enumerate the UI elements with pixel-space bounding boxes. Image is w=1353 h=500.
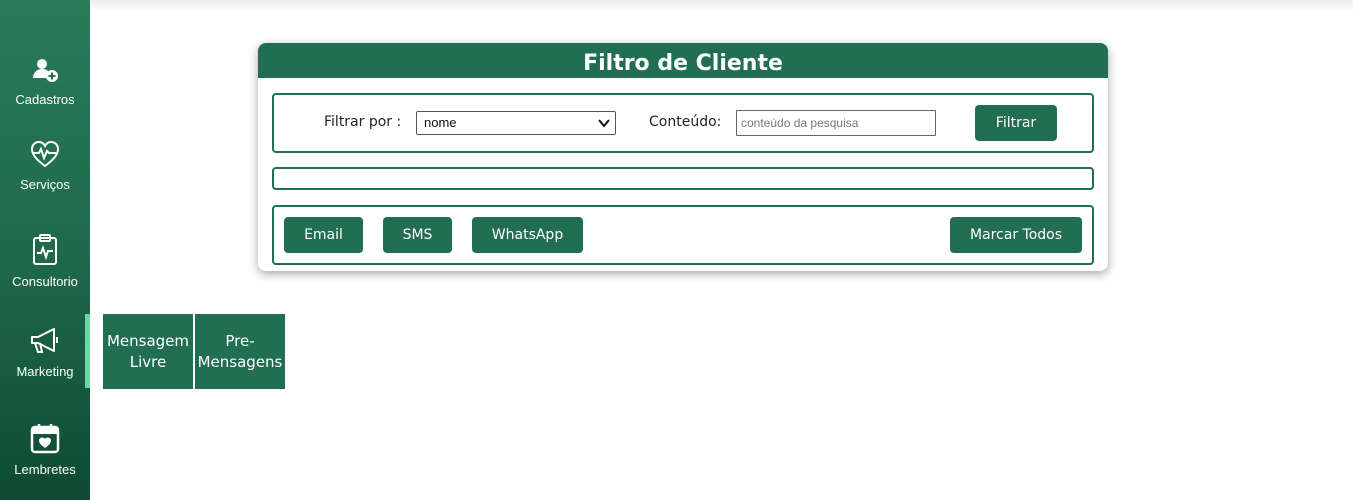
sidebar-item-servicos[interactable]: Serviços <box>0 139 90 192</box>
filter-by-label: Filtrar por : <box>324 114 402 130</box>
content-search-input[interactable]: conteúdo da pesquisa <box>736 110 936 136</box>
email-button[interactable]: Email <box>284 217 363 253</box>
sidebar-item-label: Lembretes <box>14 462 76 477</box>
tab-label-line: Mensagem <box>106 331 190 350</box>
user-add-icon <box>33 59 58 82</box>
sidebar-item-marketing[interactable]: Marketing <box>0 326 90 379</box>
tab-label-line: Pre- <box>225 331 255 350</box>
filter-by-select[interactable]: nome <box>416 111 616 135</box>
sidebar-item-consultorio[interactable]: Consultorio <box>0 234 90 289</box>
top-shadow <box>90 0 1353 12</box>
sms-button[interactable]: SMS <box>383 217 452 253</box>
tab-mensagem-livre[interactable]: Mensagem Livre <box>103 314 193 389</box>
results-panel <box>272 167 1094 190</box>
filter-button[interactable]: Filtrar <box>975 105 1057 141</box>
sidebar: Cadastros Serviços Consultorio Marketing <box>0 0 90 500</box>
card-title: Filtro de Cliente <box>258 43 1108 78</box>
actions-panel: Email SMS WhatsApp Marcar Todos <box>272 205 1094 265</box>
filter-panel: Filtrar por : nome Conteúdo: conteúdo da… <box>272 93 1094 153</box>
client-filter-card: Filtro de Cliente Filtrar por : nome Con… <box>258 43 1108 271</box>
chevron-down-icon <box>598 119 610 128</box>
sidebar-item-label: Serviços <box>20 177 70 192</box>
tab-pre-mensagens[interactable]: Pre- Mensagens <box>195 314 285 389</box>
tab-label-line: Livre <box>129 352 167 371</box>
filter-by-value: nome <box>424 115 457 130</box>
sidebar-item-lembretes[interactable]: Lembretes <box>0 422 90 477</box>
sidebar-item-label: Cadastros <box>15 92 75 107</box>
sidebar-item-label: Consultorio <box>12 274 78 289</box>
whatsapp-button[interactable]: WhatsApp <box>472 217 583 253</box>
heart-pulse-icon <box>30 140 60 168</box>
sidebar-item-cadastros[interactable]: Cadastros <box>0 56 90 107</box>
tab-label-line: Mensagens <box>197 352 283 371</box>
calendar-heart-icon <box>30 424 60 454</box>
content-label: Conteúdo: <box>649 114 722 130</box>
select-all-button[interactable]: Marcar Todos <box>950 217 1082 253</box>
sidebar-item-label: Marketing <box>16 364 74 379</box>
megaphone-icon <box>31 328 58 353</box>
clipboard-pulse-icon <box>33 234 57 265</box>
